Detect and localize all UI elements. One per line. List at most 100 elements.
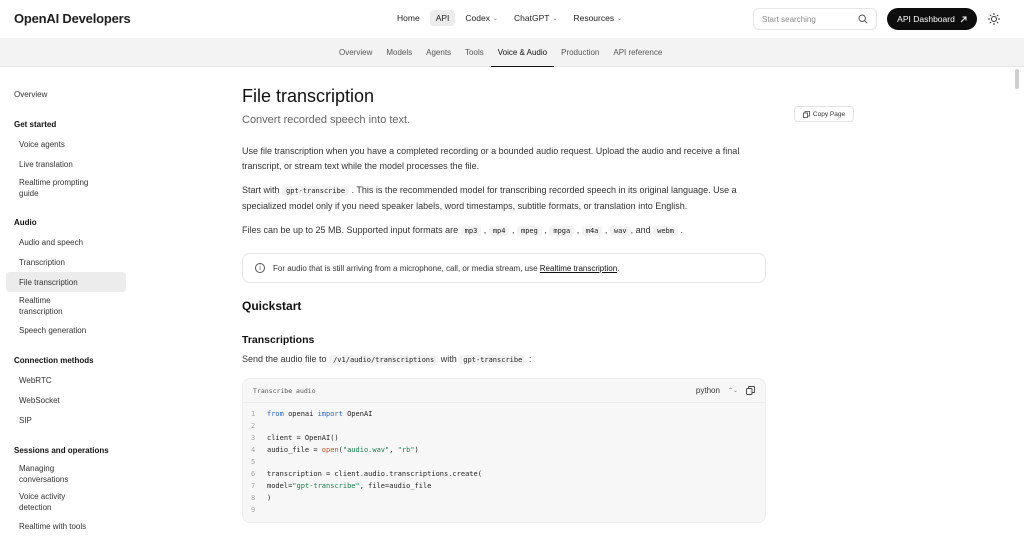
sidebar-item-speech-generation[interactable]: Speech generation — [6, 320, 126, 340]
quickstart-heading: Quickstart — [242, 299, 302, 313]
main-nav: Home API Codex ⌄ ChatGPT ⌄ Resources ⌄ — [391, 10, 628, 26]
line-number: 8 — [251, 494, 256, 502]
tab-models[interactable]: Models — [379, 38, 419, 67]
nav-item-label: ChatGPT — [514, 13, 550, 23]
code-line: 6 transcription = client.audio.transcript… — [251, 468, 765, 480]
tab-api-reference[interactable]: API reference — [606, 38, 669, 67]
copy-icon — [803, 110, 810, 118]
chevron-down-icon: ⌄ — [492, 15, 498, 22]
note-body: For audio that is still arriving from a … — [273, 263, 538, 273]
nav-item-label: Codex — [465, 13, 490, 23]
realtime-transcription-link[interactable]: Realtime transcription — [540, 264, 617, 273]
section-tabs: Overview Models Agents Tools Voice & Audio Pr… — [332, 38, 669, 67]
nav-item-codex[interactable]: Codex ⌄ — [459, 10, 504, 26]
para2-pre: Start with — [242, 185, 280, 195]
theme-toggle-sun-icon[interactable] — [987, 12, 1001, 26]
format-code: mp4 — [488, 226, 510, 236]
transcriptions-heading: Transcriptions — [242, 334, 315, 346]
sidebar-heading: Get started — [14, 119, 57, 129]
code-block: Transcribe audio python ⌃⌄ 1 from openai … — [242, 378, 766, 523]
nav-item-chatgpt[interactable]: ChatGPT ⌄ — [508, 10, 563, 26]
line-number: 9 — [251, 506, 256, 514]
tab-tools[interactable]: Tools — [458, 38, 491, 67]
format-code: mpga — [549, 226, 575, 236]
tab-overview[interactable]: Overview — [332, 38, 379, 67]
line-number: 4 — [251, 446, 256, 454]
code-line: 4 audio_file = open("audio.wav", "rb") — [251, 444, 765, 456]
intro-paragraph: Use file transcription when you have a c… — [242, 146, 740, 171]
line-code: client = OpenAI() — [267, 434, 339, 442]
line-number: 3 — [251, 434, 256, 442]
code-language-label: python — [695, 386, 720, 395]
format-code: mp3 — [460, 226, 482, 236]
sidebar-item-transcription[interactable]: Transcription — [6, 252, 126, 272]
sidebar-item-webrtc[interactable]: WebRTC — [6, 370, 126, 390]
send-pre: Send the audio file to — [242, 354, 327, 364]
format-code: wav — [609, 226, 631, 236]
code-title: Transcribe audio — [253, 386, 316, 395]
line-number: 5 — [251, 458, 256, 466]
format-code: m4a — [581, 226, 603, 236]
code-line: 8) — [251, 492, 765, 504]
code-lines: 1 from openai import OpenAI 2 3 client = Op… — [243, 403, 765, 516]
nav-item-label: API — [435, 13, 450, 23]
sidebar-item-managing-conversations[interactable]: Managing conversations — [6, 460, 96, 488]
line-code: from openai import OpenAI — [267, 410, 373, 418]
external-arrow-icon — [960, 16, 967, 22]
code-line: 7 model="gpt-transcribe", file=audio_fil… — [251, 480, 765, 492]
sidebar-item-voice-activity-detection[interactable]: Voice activity detection — [6, 488, 96, 516]
tab-agents[interactable]: Agents — [419, 38, 458, 67]
line-number: 6 — [251, 470, 256, 478]
search-input[interactable] — [762, 14, 852, 24]
info-note: i For audio that is still arriving from … — [242, 253, 766, 283]
sidebar-item-file-transcription[interactable]: File transcription — [6, 272, 126, 292]
main-content: File transcription Convert recorded spee… — [242, 86, 766, 523]
nav-item-home[interactable]: Home — [391, 10, 426, 26]
sidebar-item-audio-and-speech[interactable]: Audio and speech — [6, 232, 126, 252]
model-code: gpt-transcribe — [282, 186, 350, 196]
line-number: 2 — [251, 422, 256, 430]
formats-paragraph: Files can be up to 25 MB. Supported inpu… — [242, 225, 683, 236]
nav-item-resources[interactable]: Resources ⌄ — [567, 10, 628, 26]
tab-production[interactable]: Production — [554, 38, 606, 67]
sidebar-item-realtime-prompting-guide[interactable]: Realtime prompting guide — [6, 174, 96, 202]
formats-pre: Files can be up to 25 MB. Supported inpu… — [242, 225, 459, 235]
line-number: 7 — [251, 482, 256, 490]
copy-code-icon[interactable] — [746, 386, 755, 395]
line-code: ) — [267, 494, 272, 502]
info-icon: i — [255, 263, 265, 273]
line-code: transcription = client.audio.transcripti… — [267, 470, 482, 478]
sidebar-item-realtime-transcription[interactable]: Realtime transcription — [6, 292, 96, 320]
tab-voice-audio[interactable]: Voice & Audio — [490, 38, 555, 67]
site-logo[interactable]: OpenAI Developers — [14, 11, 131, 26]
code-line: 5 — [251, 456, 765, 468]
nav-item-label: Resources — [573, 13, 615, 23]
sidebar-item-websocket[interactable]: WebSocket — [6, 390, 126, 410]
section-tabs-bar: Overview Models Agents Tools Voice & Audio Pr… — [0, 38, 1024, 67]
sidebar-item-voice-agents[interactable]: Voice agents — [6, 134, 126, 154]
line-code: audio_file = open("audio.wav", "rb") — [267, 446, 419, 454]
sidebar-heading: Audio — [14, 217, 37, 227]
api-dashboard-button[interactable]: API Dashboard — [887, 8, 977, 30]
scrollbar[interactable] — [1014, 67, 1020, 525]
sidebar-item-live-translation[interactable]: Live translation — [6, 154, 126, 174]
search-box[interactable] — [753, 8, 877, 30]
chevron-down-icon: ⌄ — [617, 15, 623, 22]
sidebar-item-realtime-with-tools[interactable]: Realtime with tools — [6, 516, 126, 536]
code-language-selector[interactable]: python ⌃⌄ — [696, 386, 755, 395]
nav-item-api[interactable]: API — [429, 10, 456, 26]
line-number: 1 — [251, 410, 256, 418]
line-code: model="gpt-transcribe", file=audio_file — [267, 482, 432, 490]
copy-page-button[interactable]: Copy Page — [794, 106, 854, 122]
sidebar-item-sip[interactable]: SIP — [6, 410, 126, 430]
updown-chevron-icon: ⌃⌄ — [727, 388, 738, 394]
sidebar-item-overview[interactable]: Overview — [6, 84, 126, 104]
search-icon[interactable] — [858, 14, 868, 24]
sidebar-heading: Sessions and operations — [14, 445, 109, 455]
scroll-thumb[interactable] — [1015, 69, 1019, 89]
page-subtitle: Convert recorded speech into text. — [242, 114, 411, 126]
page-title: File transcription — [242, 86, 375, 106]
